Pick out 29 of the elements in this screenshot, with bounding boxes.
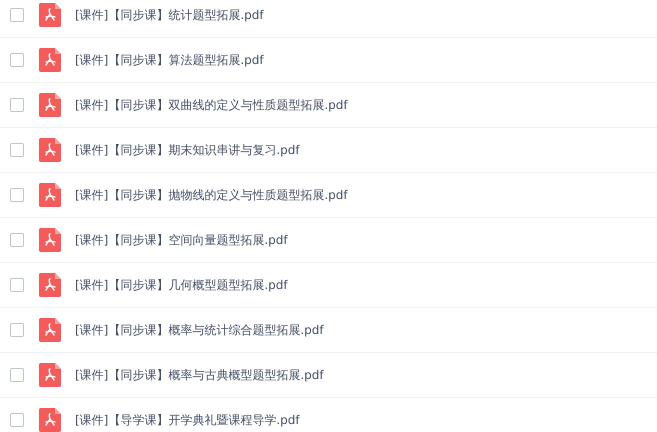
file-name[interactable]: [课件]【同步课】统计题型拓展.pdf (75, 6, 264, 24)
pdf-file-icon (39, 318, 61, 342)
checkbox[interactable] (10, 188, 24, 202)
pdf-file-icon (39, 93, 61, 117)
checkbox[interactable] (10, 53, 24, 67)
file-name[interactable]: [课件]【同步课】几何概型题型拓展.pdf (75, 276, 288, 294)
file-name[interactable]: [课件]【同步课】双曲线的定义与性质题型拓展.pdf (75, 96, 348, 114)
file-name[interactable]: [课件]【同步课】概率与统计综合题型拓展.pdf (75, 322, 324, 338)
checkbox[interactable] (10, 278, 24, 292)
checkbox[interactable] (10, 8, 24, 22)
pdf-file-icon (39, 48, 61, 72)
checkbox[interactable] (10, 98, 24, 112)
pdf-file-icon (39, 363, 61, 387)
file-name[interactable]: [课件]【同步课】期末知识串讲与复习.pdf (75, 142, 300, 158)
pdf-file-icon (39, 273, 61, 297)
checkbox[interactable] (10, 233, 24, 247)
file-name[interactable]: [课件]【导学课】开学典礼暨课程导学.pdf (75, 412, 300, 428)
file-name[interactable]: [课件]【同步课】算法题型拓展.pdf (75, 52, 264, 68)
checkbox[interactable] (10, 413, 24, 427)
checkbox[interactable] (10, 368, 24, 382)
file-name[interactable]: [课件]【同步课】空间向量题型拓展.pdf (75, 232, 288, 248)
file-name[interactable]: [课件]【同步课】抛物线的定义与性质题型拓展.pdf (75, 186, 348, 204)
pdf-file-icon (39, 228, 61, 252)
checkbox[interactable] (10, 323, 24, 337)
pdf-file-icon (39, 183, 61, 207)
pdf-file-icon (39, 3, 61, 27)
file-name[interactable]: [课件]【同步课】概率与古典概型题型拓展.pdf (75, 366, 324, 384)
pdf-file-icon (39, 138, 61, 162)
checkbox[interactable] (10, 143, 24, 157)
